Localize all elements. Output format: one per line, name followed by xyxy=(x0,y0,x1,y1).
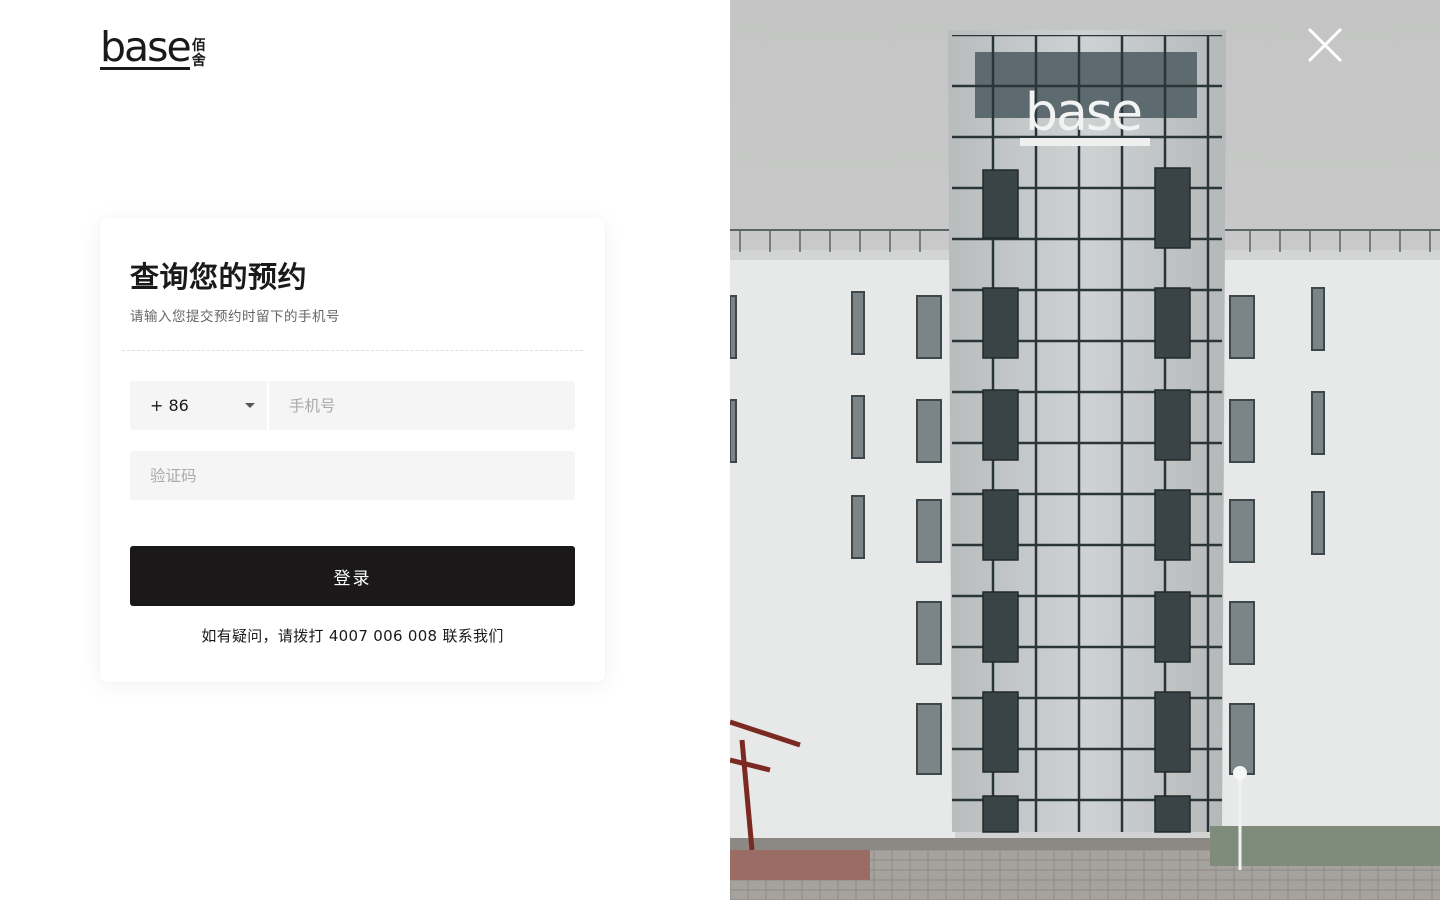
logo-wordmark: base xyxy=(100,23,192,71)
phone-field-group: + 86 xyxy=(130,381,575,430)
building-photo: base xyxy=(730,0,1440,900)
building-sign-text: base xyxy=(1025,83,1141,143)
login-button[interactable]: 登录 xyxy=(130,546,575,606)
page-title: 查询您的预约 xyxy=(130,260,308,294)
chevron-down-icon xyxy=(245,403,255,408)
booking-query-card: 查询您的预约 请输入您提交预约时留下的手机号 + 86 登录 如有疑问，请拨打 … xyxy=(100,218,605,682)
help-contact-text: 如有疑问，请拨打 4007 006 008 联系我们 xyxy=(201,627,504,645)
close-button[interactable] xyxy=(1302,22,1348,68)
logo-cn-bottom: 舍 xyxy=(191,53,206,69)
logo-cn-top: 佰 xyxy=(191,38,206,54)
country-code-value: + 86 xyxy=(150,396,189,415)
brand-logo[interactable]: base 佰 舍 xyxy=(100,24,206,70)
logo-chinese-mark: 佰 舍 xyxy=(192,39,206,69)
verification-code-input[interactable] xyxy=(130,451,575,500)
country-code-select[interactable]: + 86 xyxy=(130,381,269,430)
divider xyxy=(122,350,583,351)
close-icon xyxy=(1307,27,1343,63)
verification-code-field xyxy=(130,451,575,500)
page-subtitle: 请输入您提交预约时留下的手机号 xyxy=(130,309,340,325)
phone-input[interactable] xyxy=(269,381,575,430)
